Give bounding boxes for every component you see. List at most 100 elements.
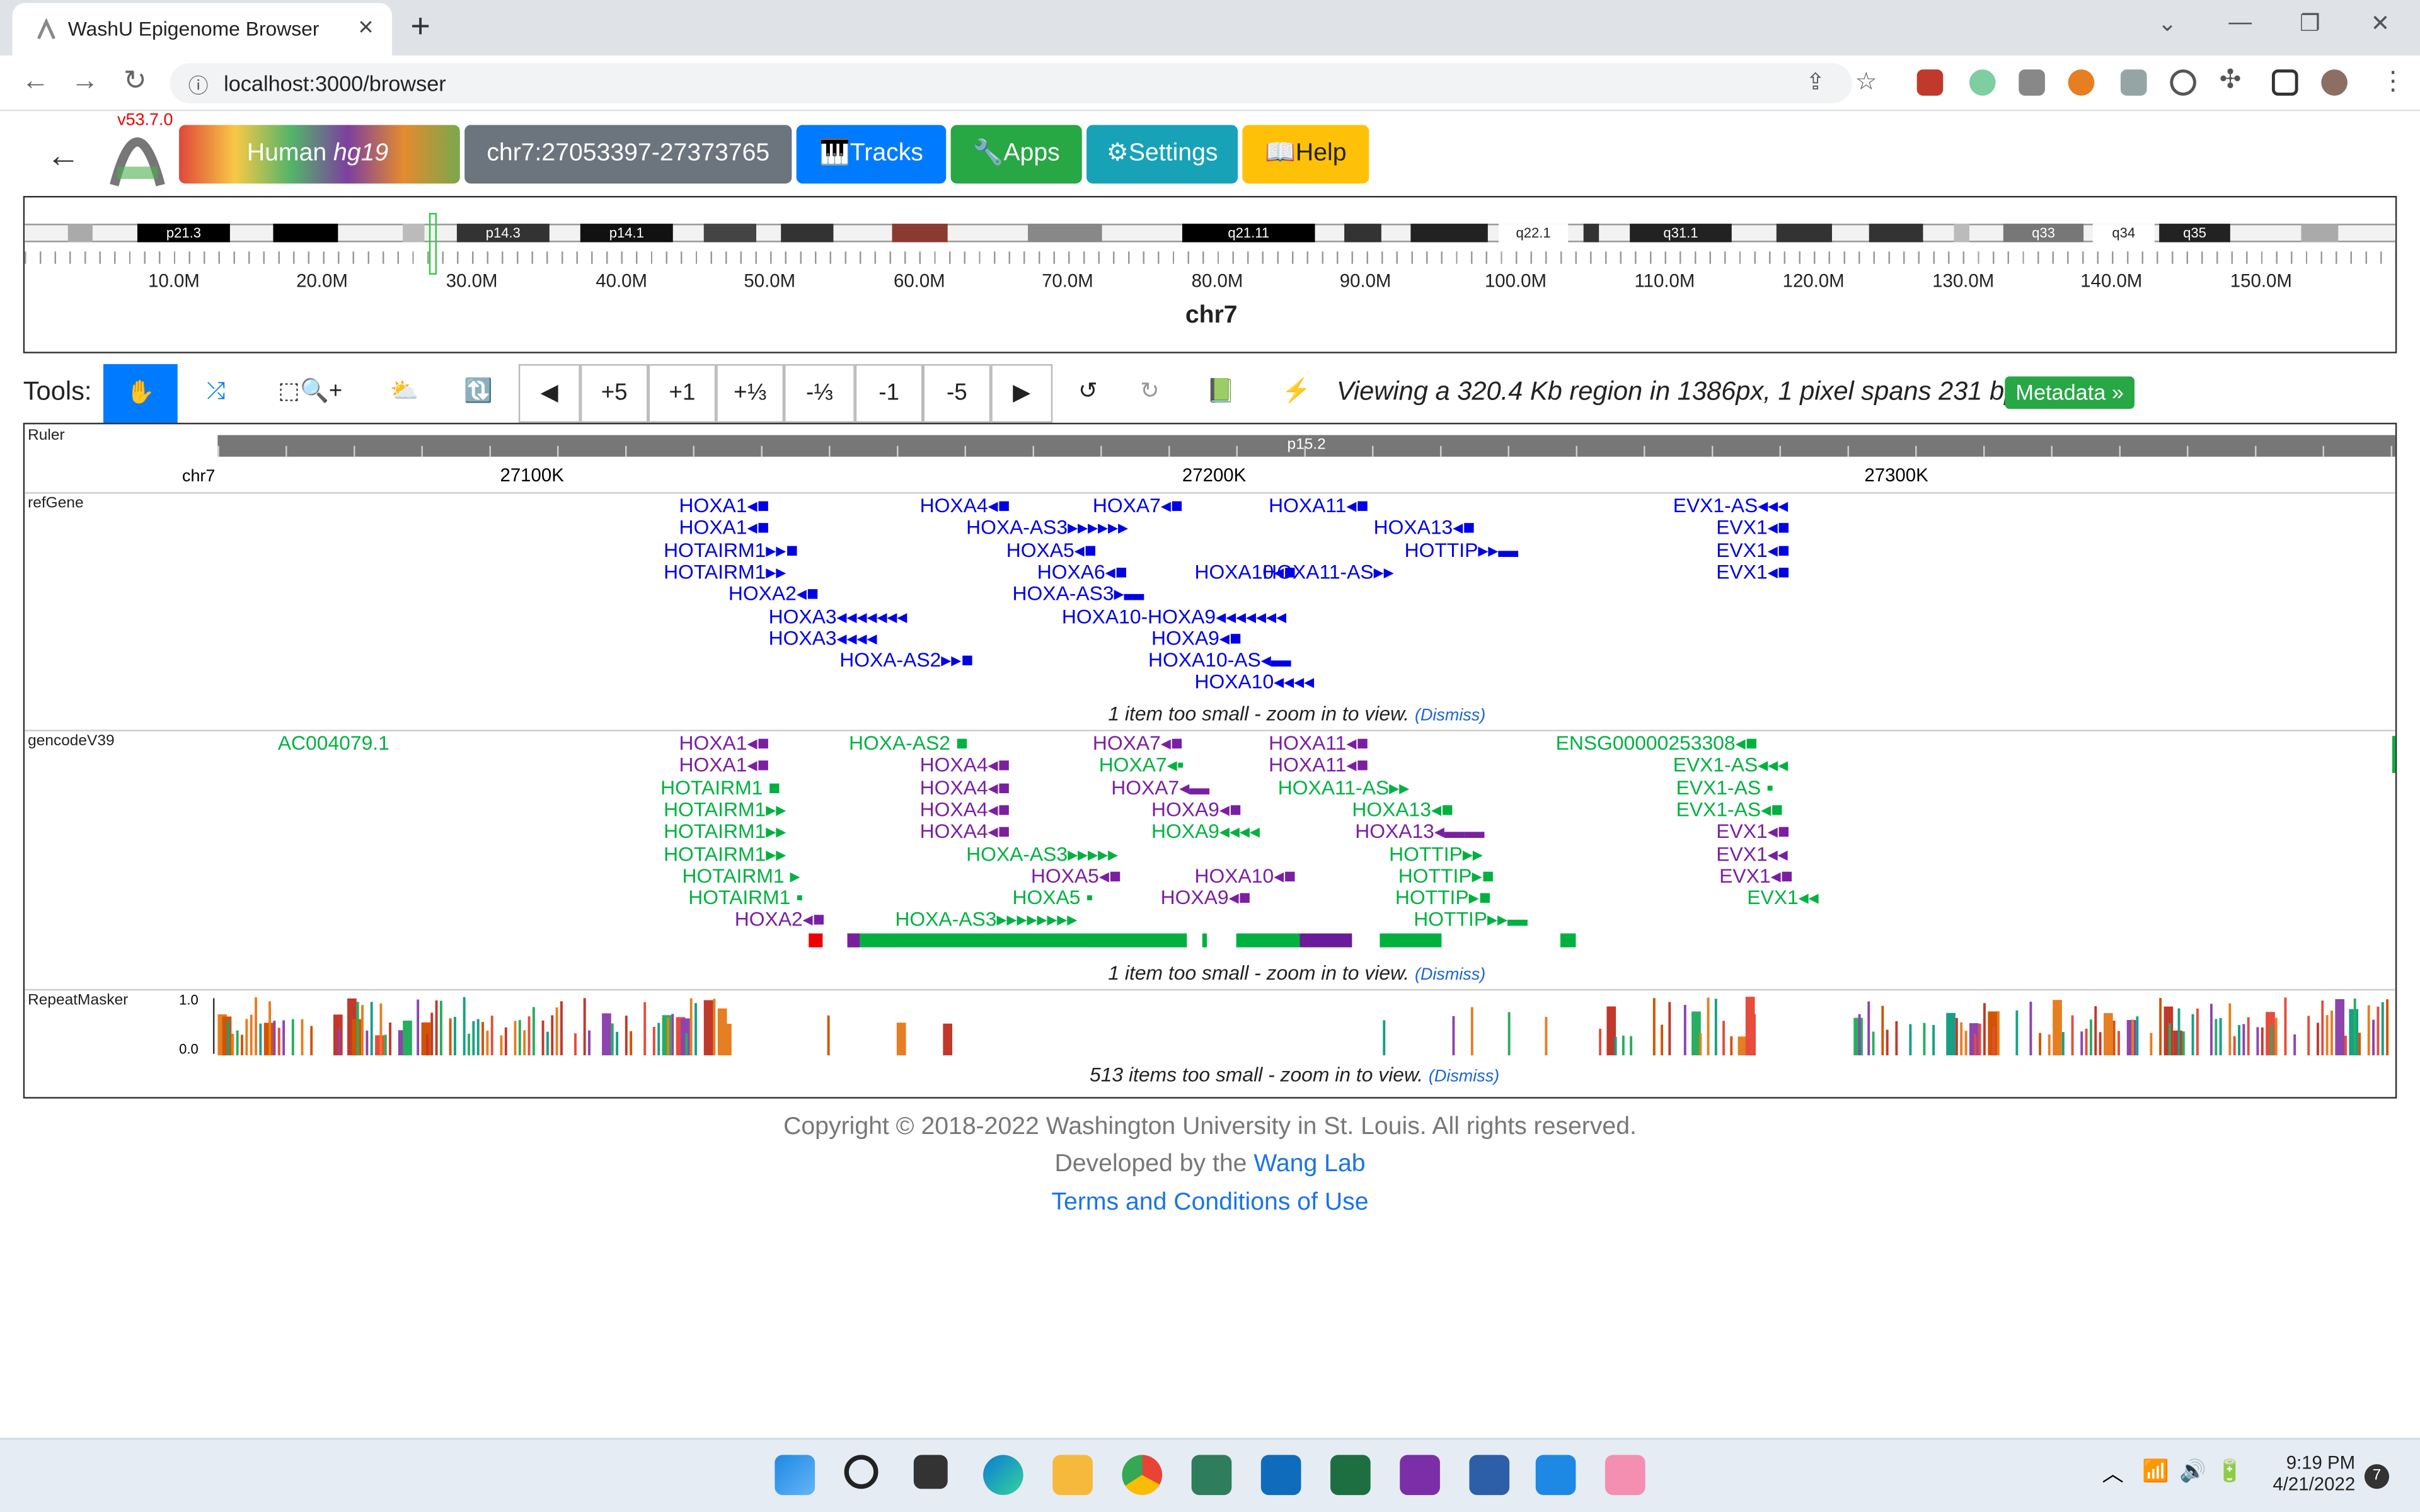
sync-tool-button[interactable]: 🔃 xyxy=(444,364,513,423)
extension-4-icon[interactable] xyxy=(2068,69,2095,96)
zoom-in-1-button[interactable]: +1 xyxy=(648,364,717,423)
chromosome-ideogram[interactable]: p21.3 p14.3 p14.1 q21.11 q22.1 q31.1 q33… xyxy=(23,196,2397,353)
outlook-icon[interactable] xyxy=(1260,1455,1301,1496)
info-icon[interactable]: ⓘ xyxy=(188,69,209,99)
wifi-icon[interactable]: 📶 xyxy=(2142,1458,2169,1484)
gene-label[interactable]: HOXA10-AS◂▬ xyxy=(1148,649,1291,671)
apps-button[interactable]: 🔧Apps xyxy=(950,125,1082,184)
gene-label[interactable]: HOXA1◂■ xyxy=(679,754,769,776)
gene-label[interactable]: HOXA11◂■ xyxy=(1269,732,1368,754)
gene-label[interactable]: HOXA13◂■ xyxy=(1352,798,1453,820)
wang-lab-link[interactable]: Wang Lab xyxy=(1253,1151,1365,1177)
region-button[interactable]: chr7:27053397-27373765 xyxy=(464,125,792,184)
gene-label[interactable]: HOTAIRM1▸▸ xyxy=(664,798,786,820)
bookmark-button[interactable]: 📗 xyxy=(1191,364,1250,423)
gene-label[interactable]: HOTAIRM1 ■ xyxy=(660,776,780,798)
search-icon[interactable] xyxy=(844,1455,879,1489)
gene-label[interactable]: HOXA4◂■ xyxy=(920,495,1010,517)
gene-label[interactable]: HOXA5◂■ xyxy=(1006,539,1097,561)
gene-label[interactable]: HOXA5◂■ xyxy=(1031,864,1121,886)
dismiss-link[interactable]: (Dismiss) xyxy=(1415,707,1485,725)
gene-label[interactable]: ENSG00000253308◂■ xyxy=(1556,732,1758,754)
gene-label[interactable]: EVX1-AS◂■ xyxy=(1676,798,1783,820)
gene-label[interactable]: HOXA11◂■ xyxy=(1269,754,1368,776)
gene-label[interactable]: HOXA11-AS▸▸ xyxy=(1278,776,1409,798)
extensions-puzzle-icon[interactable]: ✣ xyxy=(2220,65,2242,96)
powershell-icon[interactable] xyxy=(1469,1455,1510,1496)
gene-label[interactable]: HOXA11-AS▸▸ xyxy=(1262,561,1393,583)
gene-label[interactable]: HOXA3◂◂◂◂ xyxy=(769,627,877,649)
gene-label[interactable]: HOXA10◂■ xyxy=(1195,864,1296,886)
task-view-icon[interactable] xyxy=(913,1455,948,1489)
gene-label[interactable]: HOXA4◂■ xyxy=(920,754,1010,776)
gene-label[interactable]: HOTAIRM1 ▪ xyxy=(688,886,803,908)
close-tab-icon[interactable]: × xyxy=(358,13,373,43)
gene-label[interactable]: HOXA4◂■ xyxy=(920,798,1010,820)
tab-search-icon[interactable]: ⌄ xyxy=(2158,9,2177,37)
back-nav-icon[interactable]: ← xyxy=(21,65,49,97)
gene-label[interactable]: HOTTIP▸▸ xyxy=(1389,842,1483,864)
gene-label[interactable]: HOXA10◂◂◂◂ xyxy=(1195,671,1315,693)
gene-label[interactable]: HOXA9◂■ xyxy=(1151,627,1242,649)
tracks-button[interactable]: 🎹Tracks xyxy=(796,125,947,184)
redo-button[interactable]: ↻ xyxy=(1123,364,1177,423)
gene-label[interactable]: HOTTIP▸■ xyxy=(1398,864,1494,886)
extension-3-icon[interactable] xyxy=(2019,69,2045,96)
gene-label[interactable]: HOTAIRM1▸▸ xyxy=(664,820,786,842)
highlight-tool-button[interactable]: ⛅ xyxy=(370,364,439,423)
gene-label[interactable]: EVX1◂◂ xyxy=(1716,842,1787,864)
gene-label[interactable]: HOTAIRM1▸▸ xyxy=(664,842,786,864)
zoom-in-third-button[interactable]: +⅓ xyxy=(716,364,785,423)
genome-button[interactable]: Human hg19 xyxy=(179,125,460,184)
reorder-tool-button[interactable]: ⤮ xyxy=(179,364,253,423)
back-arrow-icon[interactable]: ← xyxy=(46,136,80,176)
gene-label[interactable]: HOXA13◂■ xyxy=(1374,517,1475,539)
gene-label[interactable]: HOXA9◂◂◂◂ xyxy=(1151,820,1260,842)
zoom-out-third-button[interactable]: -⅓ xyxy=(784,364,855,423)
gene-label[interactable]: HOXA-AS2▸▸■ xyxy=(839,649,973,671)
gene-label[interactable]: EVX1◂■ xyxy=(1716,539,1790,561)
gene-label[interactable]: HOXA7◂■ xyxy=(1093,732,1183,754)
gene-label[interactable]: HOXA2◂■ xyxy=(735,908,825,931)
zoom-select-tool-button[interactable]: ⬚🔍+ xyxy=(259,364,362,423)
gene-label[interactable]: HOXA7◂▪ xyxy=(1099,754,1184,776)
excel-icon[interactable] xyxy=(1330,1455,1371,1496)
edge-icon[interactable] xyxy=(983,1455,1023,1496)
zoom-out-1-button[interactable]: -1 xyxy=(855,364,923,423)
extension-1-icon[interactable] xyxy=(1916,69,1944,96)
vscode-icon[interactable] xyxy=(1535,1455,1576,1496)
share-icon[interactable]: ⇪ xyxy=(1806,68,1825,96)
volume-icon[interactable]: 🔊 xyxy=(2179,1458,2206,1484)
gene-label[interactable]: HOTTIP▸▸▬ xyxy=(1405,539,1519,561)
drag-tool-button[interactable]: ✋ xyxy=(103,364,178,423)
battery-icon[interactable]: 🔋 xyxy=(2216,1458,2244,1484)
bookmark-star-icon[interactable]: ☆ xyxy=(1855,66,1877,97)
gene-label[interactable]: HOXA9◂■ xyxy=(1161,886,1251,908)
chrome-icon[interactable] xyxy=(1122,1455,1163,1496)
gene-label[interactable]: HOXA13◂▬▬ xyxy=(1355,820,1484,842)
gene-label[interactable]: EVX1◂■ xyxy=(1719,864,1793,886)
undo-button[interactable]: ↺ xyxy=(1061,364,1115,423)
gene-label[interactable]: AC004079.1 xyxy=(278,732,389,754)
gene-label[interactable]: HOXA4◂■ xyxy=(920,820,1010,842)
gene-label[interactable]: EVX1-AS ▪ xyxy=(1676,776,1774,798)
onenote-icon[interactable] xyxy=(1400,1455,1440,1496)
reload-icon[interactable]: ↻ xyxy=(124,65,147,97)
gene-label[interactable]: HOTTIP▸■ xyxy=(1395,886,1491,908)
gene-label[interactable]: HOXA7◂■ xyxy=(1093,495,1183,517)
menu-kebab-icon[interactable]: ⋮ xyxy=(2380,66,2406,97)
help-button[interactable]: 📖Help xyxy=(1242,125,1369,184)
pan-right-button[interactable]: ▶ xyxy=(991,364,1053,423)
settings-button[interactable]: ⚙Settings xyxy=(1086,125,1238,184)
minimize-icon[interactable]: — xyxy=(2228,9,2252,36)
gene-label[interactable]: HOXA1◂■ xyxy=(679,495,769,517)
gene-label[interactable]: HOXA-AS3▸▸▸▸▸▸▸▸ xyxy=(895,908,1077,931)
terms-link[interactable]: Terms and Conditions of Use xyxy=(0,1189,2420,1217)
gene-label[interactable]: HOXA-AS3▸▸▸▸▸▸ xyxy=(966,517,1128,539)
forward-nav-icon[interactable]: → xyxy=(71,65,99,97)
gene-label[interactable]: HOTAIRM1▸▸■ xyxy=(664,539,798,561)
gene-label[interactable]: HOXA-AS3▸▬ xyxy=(1013,583,1144,605)
profile-avatar[interactable] xyxy=(2321,69,2348,96)
gene-label[interactable]: EVX1-AS◂◂◂ xyxy=(1673,495,1788,517)
snipping-tool-icon[interactable] xyxy=(1605,1455,1645,1496)
